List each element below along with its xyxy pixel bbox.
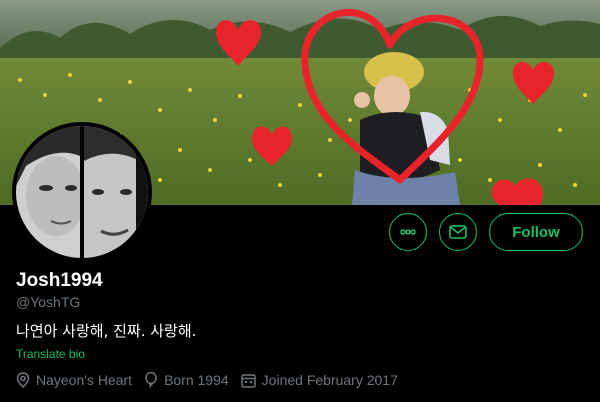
balloon-icon <box>145 372 157 388</box>
message-button[interactable] <box>439 213 477 251</box>
profile-bio: 나연아 사랑해, 진짜. 사랑해. <box>16 322 197 340</box>
calendar-icon <box>240 373 256 388</box>
location-pin-icon <box>16 372 30 388</box>
display-name: Josh1994 <box>16 270 103 291</box>
profile-actions: Follow <box>389 213 583 251</box>
profile-meta: Nayeon's Heart Born 1994 Joined February… <box>16 372 410 388</box>
location-item: Nayeon's Heart <box>16 372 132 388</box>
translate-bio-link[interactable]: Translate bio <box>16 347 85 361</box>
location-text: Nayeon's Heart <box>36 372 133 388</box>
user-handle: @YoshTG <box>16 294 81 310</box>
joined-text: Joined February 2017 <box>261 372 398 388</box>
follow-button[interactable]: Follow <box>489 213 583 251</box>
profile-avatar[interactable] <box>12 122 152 262</box>
avatar-image <box>16 126 148 258</box>
more-icon <box>400 229 416 235</box>
more-options-button[interactable] <box>389 213 427 251</box>
born-item: Born 1994 <box>144 372 229 388</box>
joined-item: Joined February 2017 <box>240 372 398 388</box>
envelope-icon <box>449 225 467 239</box>
born-text: Born 1994 <box>164 372 229 388</box>
